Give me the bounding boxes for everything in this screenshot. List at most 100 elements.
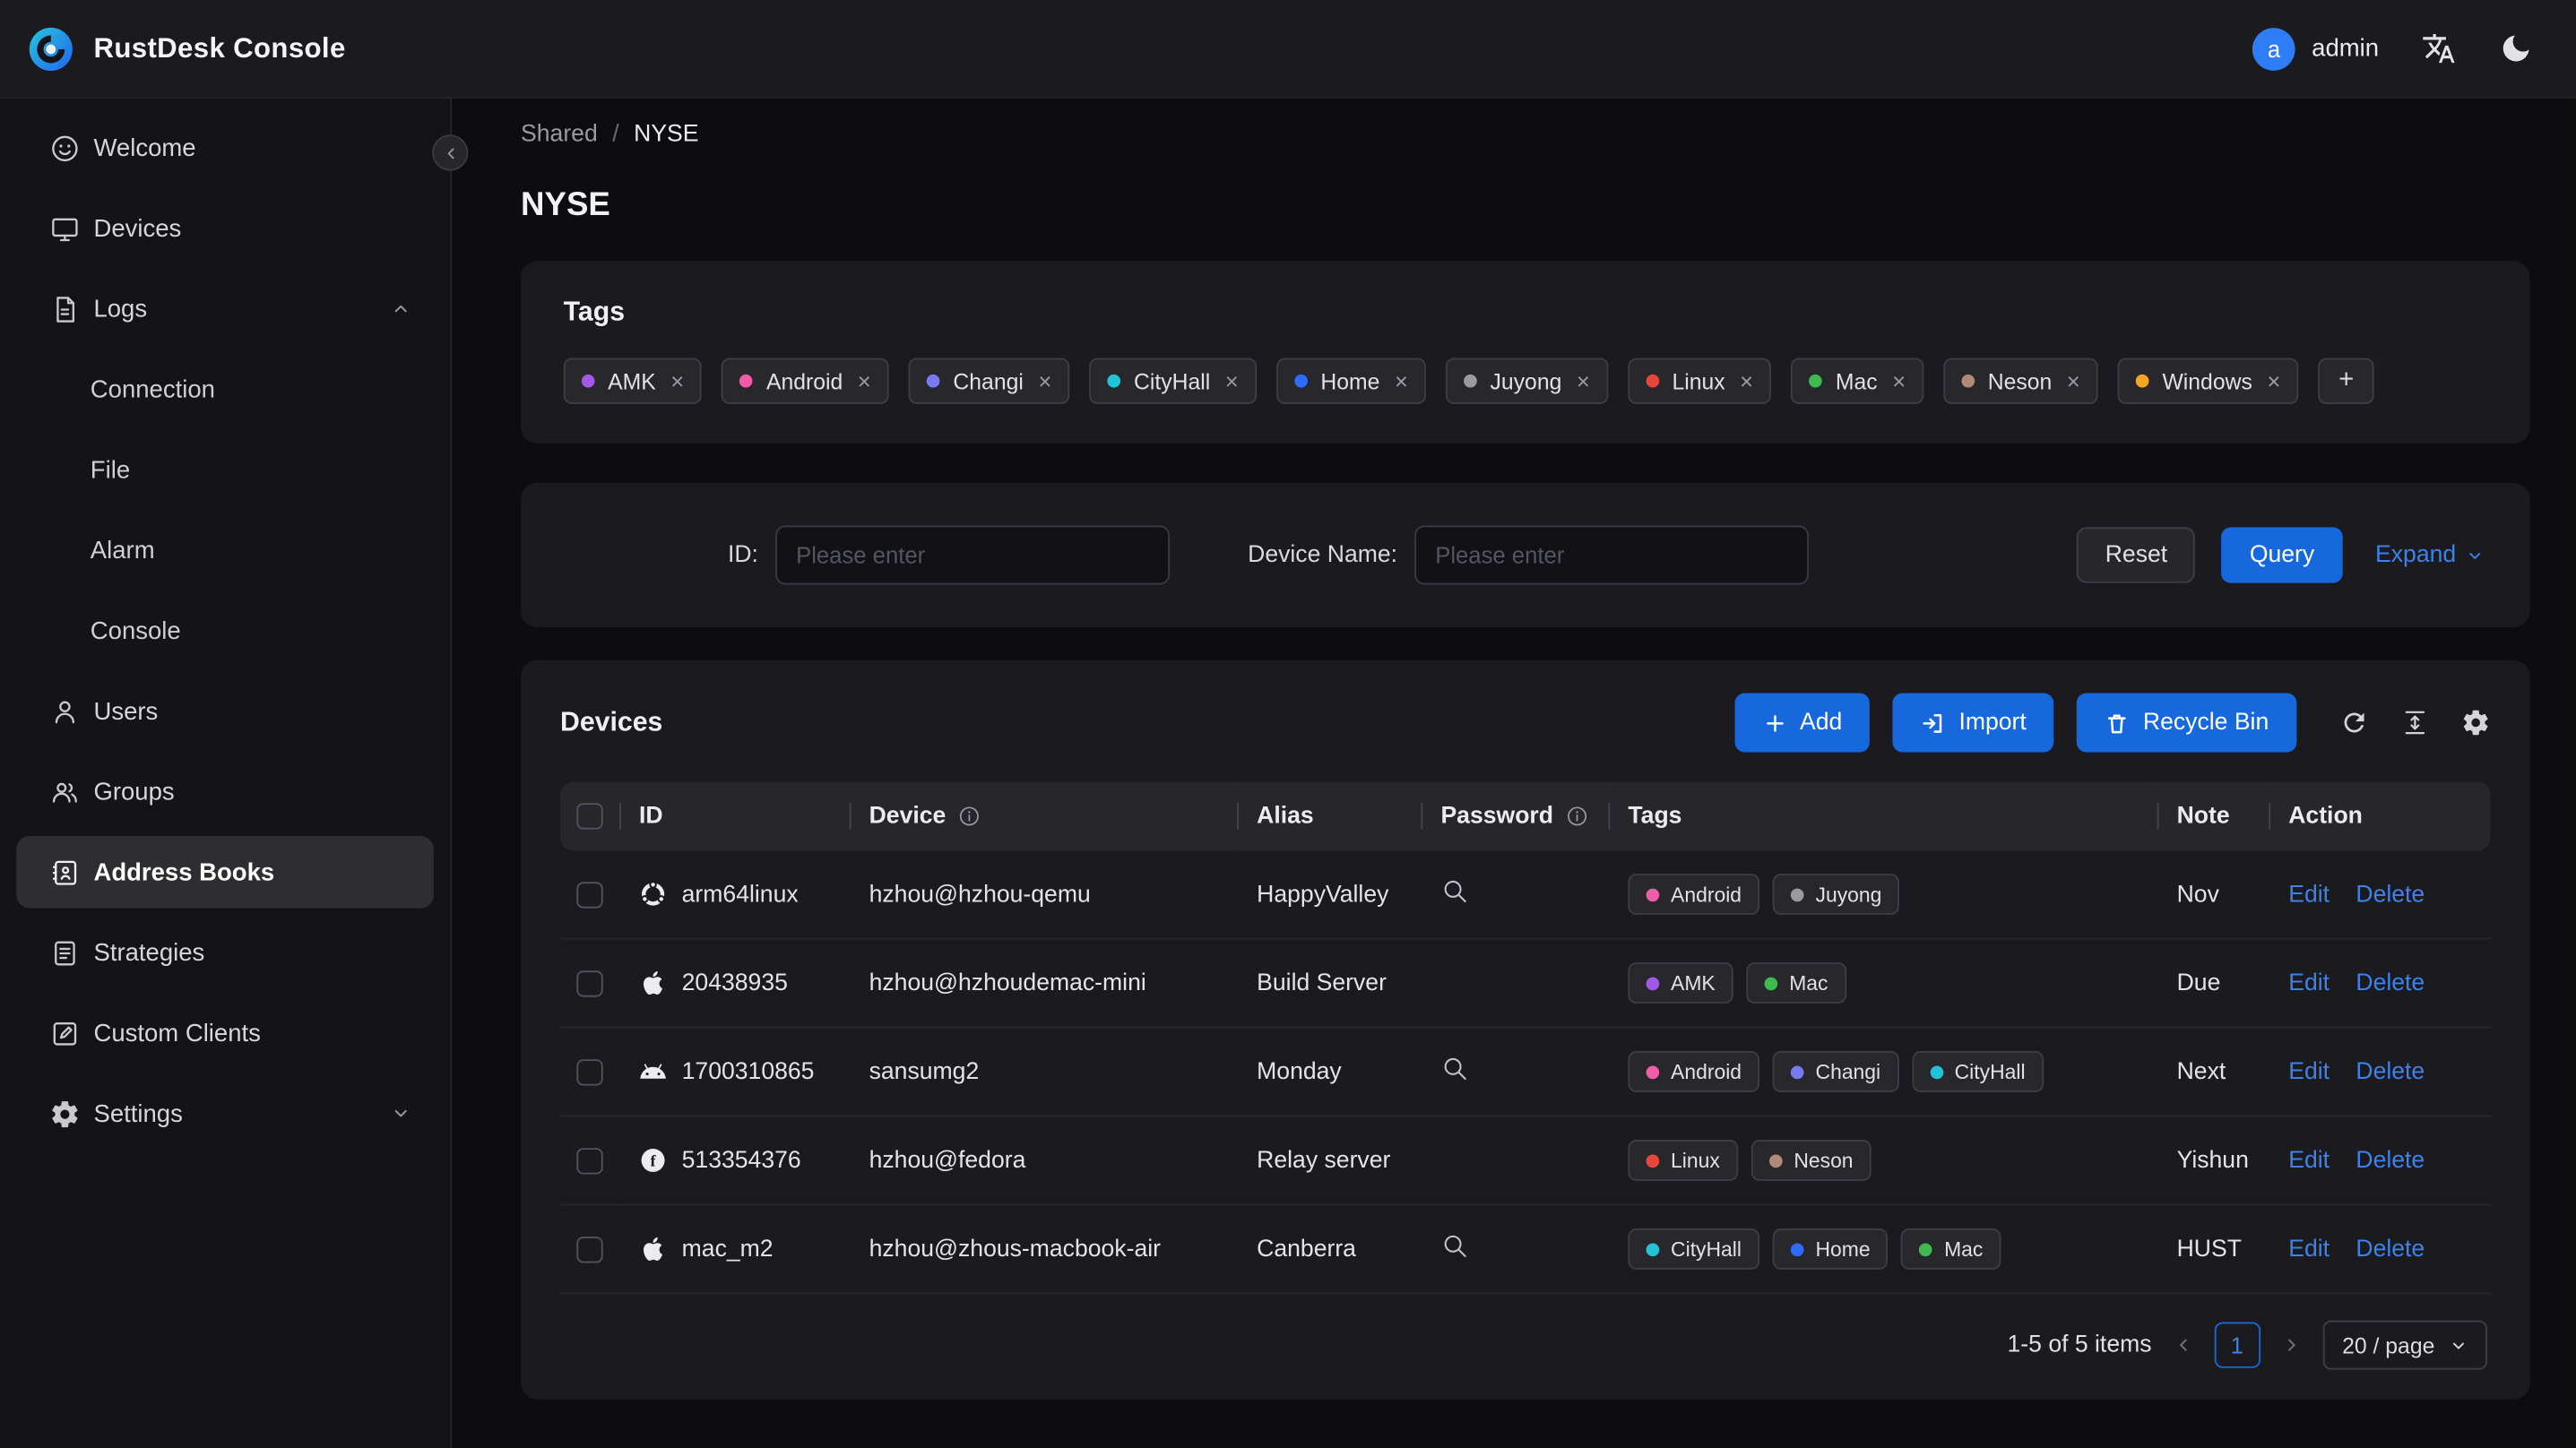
tag-color-dot	[1764, 976, 1778, 990]
row-checkbox[interactable]	[576, 881, 603, 908]
user-menu[interactable]: a admin	[2252, 27, 2379, 70]
sidebar-item-groups[interactable]: Groups	[16, 755, 434, 828]
delete-link[interactable]: Delete	[2356, 1236, 2425, 1262]
tag-close-icon[interactable]: ×	[1225, 369, 1239, 392]
tag-color-dot	[739, 374, 754, 388]
row-checkbox[interactable]	[576, 1147, 603, 1174]
breadcrumb-shared[interactable]: Shared	[521, 122, 598, 148]
edit-link[interactable]: Edit	[2288, 970, 2330, 996]
page-size-value: 20 / page	[2342, 1332, 2435, 1358]
select-all-checkbox[interactable]	[576, 803, 603, 830]
query-button[interactable]: Query	[2221, 527, 2343, 583]
delete-link[interactable]: Delete	[2356, 881, 2425, 907]
os-icon	[639, 880, 667, 908]
document-icon	[56, 296, 74, 322]
sidebar-item-users[interactable]: Users	[16, 675, 434, 747]
dark-mode-moon-icon[interactable]	[2499, 31, 2533, 65]
sidebar-item-welcome[interactable]: Welcome	[16, 112, 434, 185]
breadcrumb-current: NYSE	[634, 121, 699, 148]
edit-link[interactable]: Edit	[2288, 1236, 2330, 1262]
sidebar-item-address-books[interactable]: Address Books	[16, 835, 434, 909]
tag-label: CityHall	[1133, 368, 1211, 393]
device-id: arm64linux	[681, 881, 799, 908]
sidebar-collapse-button[interactable]	[432, 134, 469, 171]
device-name-filter-group: Device Name:	[1248, 525, 1809, 585]
tag-close-icon[interactable]: ×	[2267, 369, 2280, 392]
tag-label: Android	[1671, 1060, 1742, 1083]
next-page-button[interactable]	[2281, 1335, 2301, 1355]
delete-link[interactable]: Delete	[2356, 1058, 2425, 1084]
reset-button[interactable]: Reset	[2077, 527, 2196, 583]
sidebar-item-strategies[interactable]: Strategies	[16, 917, 434, 989]
tag-label: Changi	[1815, 1060, 1881, 1083]
expand-toggle[interactable]: Expand	[2375, 542, 2484, 568]
column-header-alias: Alias	[1257, 803, 1314, 830]
tag-label: Juyong	[1490, 368, 1562, 393]
devices-header: Devices Add Import Recycle Bin	[560, 693, 2491, 753]
prev-page-button[interactable]	[2173, 1335, 2192, 1355]
sidebar-item-console[interactable]: Console	[16, 595, 434, 668]
devices-card: Devices Add Import Recycle Bin ID Device…	[521, 659, 2530, 1400]
tag-label: Android	[765, 368, 843, 393]
id-input[interactable]	[774, 525, 1170, 585]
password-view-icon[interactable]	[1440, 877, 1468, 905]
sidebar-item-settings[interactable]: Settings	[16, 1077, 434, 1150]
device-note: HUST	[2176, 1236, 2242, 1263]
smiley-icon	[52, 134, 78, 161]
tag-close-icon[interactable]: ×	[2067, 369, 2080, 392]
tag-close-icon[interactable]: ×	[1038, 369, 1051, 392]
device-alias: Relay server	[1257, 1147, 1391, 1174]
tag-close-icon[interactable]: ×	[1395, 369, 1408, 392]
page-size-select[interactable]: 20 / page	[2322, 1320, 2488, 1370]
id-filter-group: ID:	[728, 525, 1170, 585]
chevron-down-icon	[2469, 552, 2481, 558]
device-name-input[interactable]	[1413, 525, 1809, 585]
edit-link[interactable]: Edit	[2288, 1058, 2330, 1084]
sidebar-item-alarm[interactable]: Alarm	[16, 514, 434, 587]
refresh-icon[interactable]	[2339, 708, 2369, 737]
sidebar-item-logs[interactable]: Logs	[16, 272, 434, 345]
tag-color-dot	[1646, 976, 1660, 990]
device-id: 513354376	[681, 1147, 801, 1174]
row-checkbox[interactable]	[576, 970, 603, 996]
tag-color-dot	[1809, 374, 1823, 388]
sidebar-item-custom-clients[interactable]: Custom Clients	[16, 997, 434, 1070]
add-device-button[interactable]: Add	[1733, 693, 1871, 753]
import-button[interactable]: Import	[1893, 693, 2054, 753]
device-tags: Android Changi CityHall	[1628, 1051, 2137, 1092]
tag-color-dot	[1646, 374, 1659, 388]
tag-chip: AMK ×	[563, 358, 703, 404]
delete-link[interactable]: Delete	[2356, 1147, 2425, 1173]
edit-link[interactable]: Edit	[2288, 1147, 2330, 1173]
recycle-bin-button[interactable]: Recycle Bin	[2077, 693, 2297, 753]
tag-label: Changi	[953, 368, 1024, 393]
tag-close-icon[interactable]: ×	[1740, 369, 1753, 392]
device-note: Due	[2176, 970, 2221, 996]
tag-color-dot	[581, 374, 595, 388]
device-name: hzhou@fedora	[869, 1147, 1026, 1174]
add-tag-button[interactable]: +	[2318, 358, 2374, 404]
chevron-down-icon	[394, 1109, 407, 1117]
tag-close-icon[interactable]: ×	[1577, 369, 1590, 392]
tag-label: Android	[1671, 883, 1742, 906]
tag-close-icon[interactable]: ×	[670, 369, 684, 392]
edit-link[interactable]: Edit	[2288, 881, 2330, 907]
device-id: 1700310865	[681, 1058, 815, 1085]
tag-close-icon[interactable]: ×	[1892, 369, 1906, 392]
table-settings-gear-icon[interactable]	[2461, 708, 2491, 737]
filter-card: ID: Device Name: Reset Query Expand	[521, 482, 2530, 628]
delete-link[interactable]: Delete	[2356, 970, 2425, 996]
password-view-icon[interactable]	[1440, 1055, 1468, 1082]
column-height-icon[interactable]	[2400, 708, 2430, 737]
password-view-icon[interactable]	[1440, 1232, 1468, 1260]
tag-chip: Linux ×	[1628, 358, 1772, 404]
page-number-1[interactable]: 1	[2214, 1322, 2260, 1368]
row-checkbox[interactable]	[576, 1236, 603, 1263]
tag-close-icon[interactable]: ×	[858, 369, 871, 392]
app-title: RustDesk Console	[93, 31, 346, 64]
row-checkbox[interactable]	[576, 1058, 603, 1085]
sidebar-item-devices[interactable]: Devices	[16, 192, 434, 264]
language-translate-icon[interactable]	[2422, 31, 2456, 65]
sidebar-item-connection[interactable]: Connection	[16, 353, 434, 426]
sidebar-item-file[interactable]: File	[16, 434, 434, 506]
